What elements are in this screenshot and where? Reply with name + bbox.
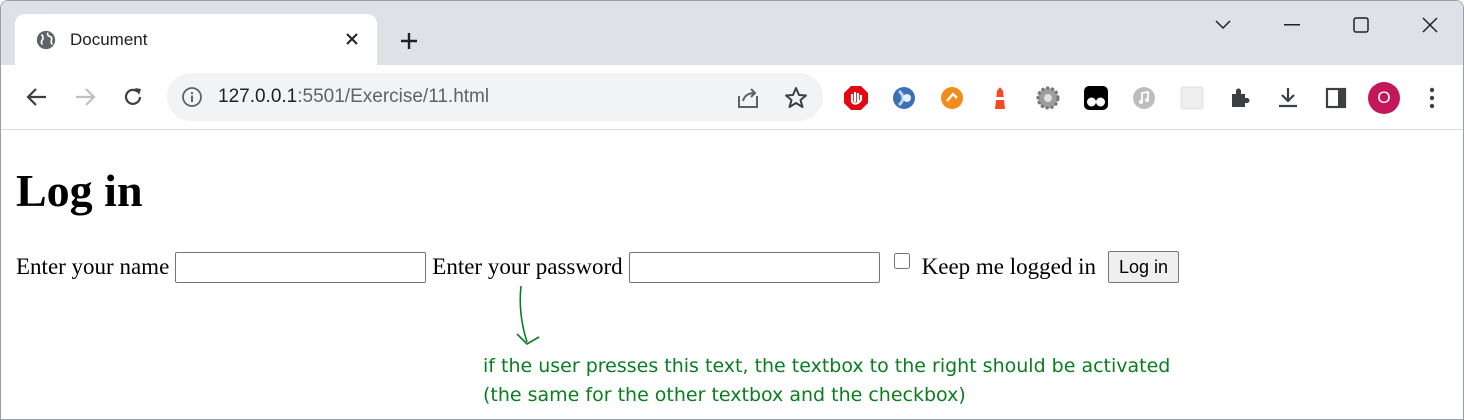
password-label[interactable]: Enter your password — [432, 254, 622, 280]
url-host: 127.0.0.1 — [218, 86, 298, 107]
forward-arrow-icon[interactable] — [69, 81, 101, 113]
puzzle-placeholder-icon[interactable] — [1179, 85, 1205, 111]
profile-avatar[interactable]: O — [1368, 82, 1400, 114]
tampermonkey-icon[interactable] — [1083, 85, 1109, 111]
globe-icon — [36, 30, 56, 50]
new-tab-icon[interactable] — [393, 25, 425, 57]
tab-strip: Document — [1, 1, 1463, 65]
tab-search-chevron-icon[interactable] — [1200, 9, 1246, 41]
keep-logged-in-label[interactable]: Keep me logged in — [922, 254, 1096, 280]
close-tab-icon[interactable] — [339, 26, 365, 52]
back-arrow-icon[interactable] — [21, 81, 53, 113]
minimize-icon[interactable] — [1269, 9, 1315, 41]
extensions-puzzle-icon[interactable] — [1227, 85, 1253, 111]
name-label[interactable]: Enter your name — [16, 254, 169, 280]
address-bar[interactable]: 127.0.0.1:5501/Exercise/11.html — [167, 73, 823, 121]
browser-window: Document 127.0.0.1:5501/Exercise/11.html… — [0, 0, 1464, 420]
login-button[interactable]: Log in — [1108, 251, 1180, 283]
maximize-icon[interactable] — [1338, 9, 1384, 41]
tab-title: Document — [70, 30, 148, 49]
page-content: Log in Enter your name Enter your passwo… — [1, 130, 1463, 419]
ublock-icon[interactable] — [843, 85, 869, 111]
feedly-icon[interactable] — [939, 85, 965, 111]
password-input[interactable] — [628, 251, 880, 283]
download-icon[interactable] — [1275, 85, 1301, 111]
keep-logged-in-checkbox[interactable] — [893, 253, 910, 269]
annotation-arrow-icon — [516, 285, 540, 346]
lighthouse-icon[interactable] — [987, 85, 1013, 111]
login-form: Enter your name Enter your password Keep… — [16, 250, 1180, 284]
page-title: Log in — [16, 165, 143, 216]
vpn-icon[interactable] — [891, 85, 917, 111]
reload-icon[interactable] — [117, 81, 149, 113]
url-path: :5501/Exercise/11.html — [297, 86, 490, 107]
share-icon[interactable] — [735, 85, 761, 111]
site-info-icon[interactable] — [181, 86, 203, 108]
menu-kebab-icon[interactable] — [1419, 85, 1445, 111]
toolbar: 127.0.0.1:5501/Exercise/11.html O — [1, 65, 1463, 130]
annotation-note: if the user presses this text, the textb… — [483, 352, 1170, 410]
bookmark-star-icon[interactable] — [783, 85, 809, 111]
music-icon[interactable] — [1131, 85, 1157, 111]
close-window-icon[interactable] — [1407, 9, 1453, 41]
annotation-line-1: if the user presses this text, the textb… — [483, 355, 1171, 377]
side-panel-icon[interactable] — [1323, 85, 1349, 111]
tab-document[interactable]: Document — [15, 14, 377, 65]
name-input[interactable] — [175, 251, 427, 283]
annotation-line-2: (the same for the other textbox and the … — [483, 384, 966, 406]
url-text[interactable]: 127.0.0.1:5501/Exercise/11.html — [218, 86, 489, 108]
settings-gear-icon[interactable] — [1035, 85, 1061, 111]
